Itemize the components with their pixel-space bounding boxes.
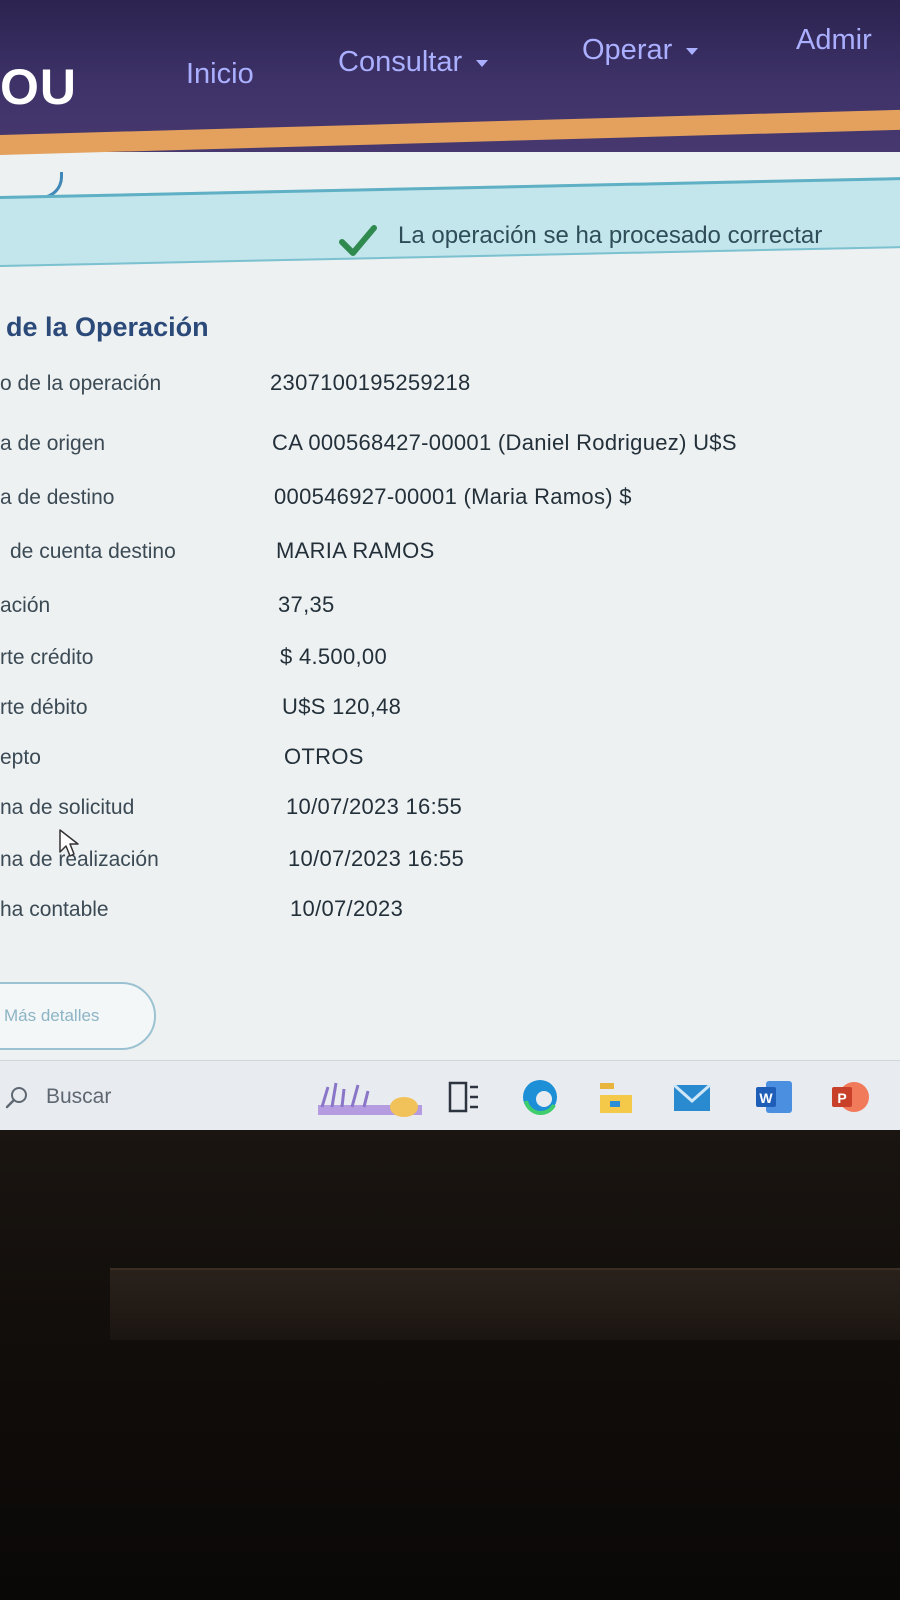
detail-row: na de solicitud 10/07/2023 16:55 xyxy=(0,794,900,836)
detail-value: OTROS xyxy=(284,744,364,769)
word-icon[interactable]: W xyxy=(754,1077,794,1117)
detail-label: epto xyxy=(0,746,41,769)
browser-screen: OU Inicio Consultar Operar Admir La oper… xyxy=(0,0,900,1130)
section-title: de la Operación xyxy=(6,312,209,342)
nav-consultar[interactable]: Consultar xyxy=(338,46,489,79)
detail-label: ación xyxy=(0,594,51,617)
mouse-cursor-icon xyxy=(59,829,79,857)
detail-value: $ 4.500,00 xyxy=(280,644,387,669)
more-details-label: Más detalles xyxy=(4,1006,100,1025)
more-details-button[interactable]: Más detalles xyxy=(0,982,156,1050)
detail-label: a de destino xyxy=(0,486,115,509)
search-icon[interactable] xyxy=(4,1085,30,1111)
alert-message: La operación se ha procesado correctar xyxy=(398,222,823,249)
nav-inicio-label: Inicio xyxy=(186,58,254,90)
detail-label: rte débito xyxy=(0,696,88,719)
file-explorer-icon[interactable] xyxy=(596,1077,636,1117)
detail-value: 10/07/2023 16:55 xyxy=(286,794,463,819)
detail-value: 10/07/2023 16:55 xyxy=(288,846,465,871)
nav-operar-label: Operar xyxy=(582,34,673,66)
detail-row: epto OTROS xyxy=(0,744,900,786)
detail-label: na de solicitud xyxy=(0,796,135,819)
taskbar-search-label[interactable]: Buscar xyxy=(46,1085,111,1109)
bank-logo: OU xyxy=(0,59,77,115)
detail-row: na de realización 10/07/2023 16:55 xyxy=(0,846,900,888)
nav-operar[interactable]: Operar xyxy=(582,34,699,67)
checkmark-icon xyxy=(339,225,377,256)
nav-admin-label: Admir xyxy=(796,24,872,56)
detail-value: 000546927-00001 (Maria Ramos) $ xyxy=(274,484,632,509)
detail-value: 2307100195259218 xyxy=(270,370,471,395)
chevron-down-icon xyxy=(476,59,489,67)
detail-row: de cuenta destino MARIA RAMOS xyxy=(0,538,900,580)
detail-row: ha contable 10/07/2023 xyxy=(0,896,900,938)
detail-label: a de origen xyxy=(0,432,106,455)
detail-row: rte crédito $ 4.500,00 xyxy=(0,644,900,686)
detail-label: de cuenta destino xyxy=(10,540,176,563)
edge-icon[interactable] xyxy=(520,1077,560,1117)
detail-value: CA 000568427-00001 (Daniel Rodriguez) U$… xyxy=(272,430,737,455)
detail-row: rte débito U$S 120,48 xyxy=(0,694,900,736)
task-view-icon[interactable] xyxy=(444,1077,484,1117)
laptop-hinge xyxy=(110,1268,900,1340)
detail-value: MARIA RAMOS xyxy=(276,538,435,563)
svg-text:P: P xyxy=(837,1090,846,1106)
detail-value: 10/07/2023 xyxy=(290,896,404,921)
detail-row: a de origen CA 000568427-00001 (Daniel R… xyxy=(0,430,900,472)
detail-value: U$S 120,48 xyxy=(282,694,402,719)
nav-consultar-label: Consultar xyxy=(338,46,463,78)
detail-value: 37,35 xyxy=(278,592,335,617)
nav-inicio[interactable]: Inicio xyxy=(186,58,254,91)
detail-label: rte crédito xyxy=(0,646,94,669)
detail-label: ha contable xyxy=(0,898,109,921)
mail-icon[interactable] xyxy=(672,1077,712,1117)
laptop-bezel xyxy=(0,1130,900,1600)
powerpoint-icon[interactable]: P xyxy=(830,1077,870,1117)
nav-admin[interactable]: Admir xyxy=(796,24,872,57)
detail-row: ación 37,35 xyxy=(0,592,900,634)
windows-taskbar: Buscar W P xyxy=(0,1060,900,1130)
svg-text:W: W xyxy=(759,1090,773,1106)
chevron-down-icon xyxy=(686,47,699,55)
detail-row: o de la operación 2307100195259218 xyxy=(0,370,900,412)
widgets-icon[interactable] xyxy=(312,1077,422,1117)
detail-label: o de la operación xyxy=(0,372,162,395)
detail-row: a de destino 000546927-00001 (Maria Ramo… xyxy=(0,484,900,526)
